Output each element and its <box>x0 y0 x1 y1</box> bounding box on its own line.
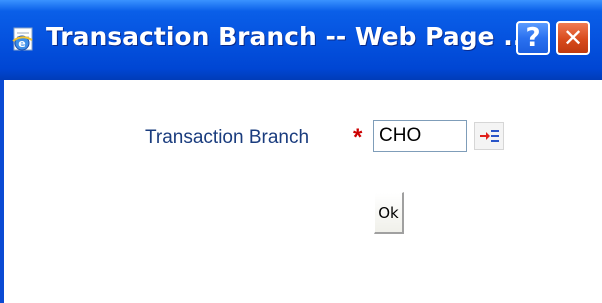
branch-form: Transaction Branch * CHO Ok <box>4 80 602 303</box>
dialog-body: Transaction Branch * CHO Ok <box>0 80 602 303</box>
window-title: Transaction Branch -- Web Page ... <box>46 22 532 51</box>
title-bar[interactable]: e Transaction Branch -- Web Page ... ? ✕ <box>0 0 602 80</box>
list-of-values-icon <box>480 130 499 142</box>
ie-page-icon: e <box>12 27 33 51</box>
required-marker: * <box>353 124 363 151</box>
close-icon: ✕ <box>562 24 584 52</box>
ok-button[interactable]: Ok <box>374 192 404 234</box>
svg-text:e: e <box>18 37 25 50</box>
transaction-branch-label: Transaction Branch <box>145 127 310 148</box>
help-button[interactable]: ? <box>516 21 550 55</box>
transaction-branch-input[interactable]: CHO <box>373 120 467 152</box>
close-button[interactable]: ✕ <box>556 21 590 55</box>
lov-button[interactable] <box>474 122 504 150</box>
dialog-window: e Transaction Branch -- Web Page ... ? ✕… <box>0 0 602 303</box>
